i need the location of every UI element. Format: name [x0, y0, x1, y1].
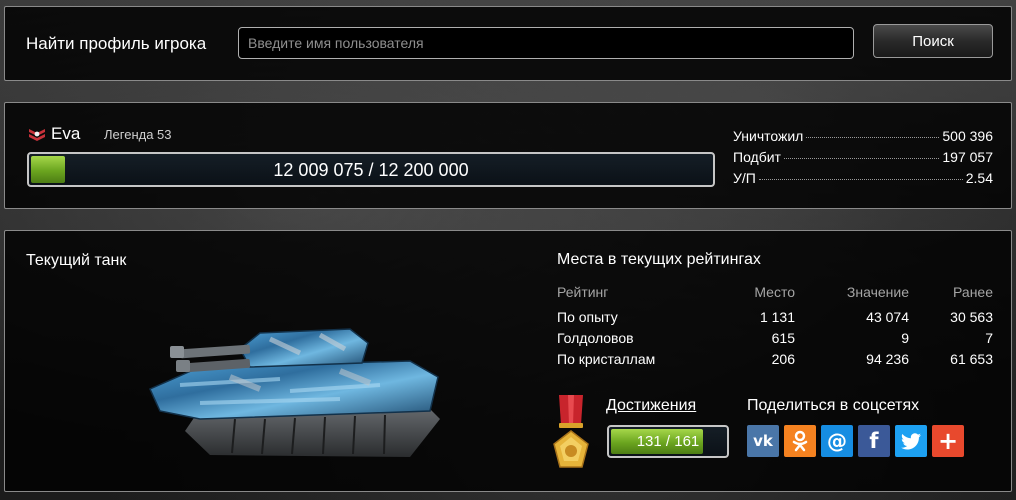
ratings-header-rating: Рейтинг — [557, 284, 609, 300]
experience-progress-bar: 12 009 075 / 12 200 000 — [27, 152, 715, 187]
rating-place: 615 — [771, 329, 795, 346]
achievements-progress-bar: 131 / 161 — [607, 425, 729, 458]
vk-icon[interactable]: vk — [747, 425, 779, 457]
rating-previous: 30 563 — [950, 308, 993, 325]
share-icons: vk @ f + — [747, 425, 964, 457]
experience-progress-text: 12 009 075 / 12 200 000 — [273, 160, 469, 180]
stat-kills: Уничтожил 500 396 — [733, 128, 993, 144]
search-label: Найти профиль игрока — [26, 34, 207, 53]
ratings-header-row: Рейтинг Место Значение Ранее — [557, 284, 993, 306]
search-input[interactable] — [238, 27, 854, 59]
stat-dots — [783, 158, 940, 159]
table-row: По кристаллам 206 94 236 61 653 — [557, 348, 993, 369]
ratings-header-value: Значение — [846, 284, 909, 300]
profile-details-panel: Текущий танк Места в текущих рейтингах Р… — [4, 230, 1012, 492]
share-title: Поделиться в соцсетях — [747, 397, 920, 414]
rating-name: Голдоловов — [557, 329, 634, 346]
rating-previous: 61 653 — [950, 350, 993, 367]
more-share-icon[interactable]: + — [932, 425, 964, 457]
twitter-icon[interactable] — [895, 425, 927, 457]
rating-value: 43 074 — [866, 308, 909, 325]
player-name: Eva — [51, 124, 81, 143]
rating-place: 1 131 — [759, 308, 795, 325]
search-button[interactable]: Поиск — [873, 24, 993, 58]
mailru-glyph: @ — [827, 429, 847, 453]
search-panel: Найти профиль игрока Поиск — [4, 6, 1012, 81]
odnoklassniki-icon[interactable] — [784, 425, 816, 457]
current-tank-title: Текущий танк — [26, 252, 127, 269]
facebook-icon[interactable]: f — [858, 425, 890, 457]
rating-name: По опыту — [557, 308, 618, 325]
table-row: Голдоловов 615 9 7 — [557, 327, 993, 348]
ratings-header-previous: Ранее — [953, 284, 993, 300]
stat-deaths-label: Подбит — [733, 149, 781, 165]
achievements-progress-text: 131 / 161 — [636, 433, 700, 450]
stat-deaths-value: 197 057 — [942, 149, 993, 165]
mailru-icon[interactable]: @ — [821, 425, 853, 457]
more-share-glyph: + — [937, 427, 959, 455]
medal-icon — [553, 395, 589, 468]
twitter-glyph — [901, 432, 921, 449]
rating-value: 9 — [901, 329, 909, 346]
vk-glyph: vk — [753, 432, 773, 450]
rating-value: 94 236 — [866, 350, 909, 367]
stat-kd-value: 2.54 — [965, 170, 993, 186]
rank-insignia-icon — [29, 129, 45, 141]
ratings-title: Места в текущих рейтингах — [557, 251, 761, 268]
facebook-glyph: f — [869, 429, 879, 453]
rating-place: 206 — [771, 350, 795, 367]
stat-kills-value: 500 396 — [942, 128, 993, 144]
tank-image — [149, 328, 440, 457]
stat-kd-ratio: У/П 2.54 — [733, 170, 993, 186]
achievements-link[interactable]: Достижения — [606, 397, 696, 415]
stat-kd-label: У/П — [733, 170, 756, 186]
odnoklassniki-glyph — [792, 430, 808, 452]
ratings-header-place: Место — [754, 284, 795, 300]
table-row: По опыту 1 131 43 074 30 563 — [557, 306, 993, 327]
rating-name: По кристаллам — [557, 350, 656, 367]
stat-deaths: Подбит 197 057 — [733, 149, 993, 165]
stat-kills-label: Уничтожил — [733, 128, 804, 144]
player-panel: Eva Легенда 53 12 009 075 / 12 200 000 У… — [4, 102, 1012, 209]
player-rank: Легенда 53 — [104, 127, 172, 142]
ratings-table: Рейтинг Место Значение Ранее По опыту 1 … — [557, 284, 993, 369]
rating-previous: 7 — [985, 329, 993, 346]
stat-dots — [806, 137, 940, 138]
stat-dots — [758, 179, 963, 180]
